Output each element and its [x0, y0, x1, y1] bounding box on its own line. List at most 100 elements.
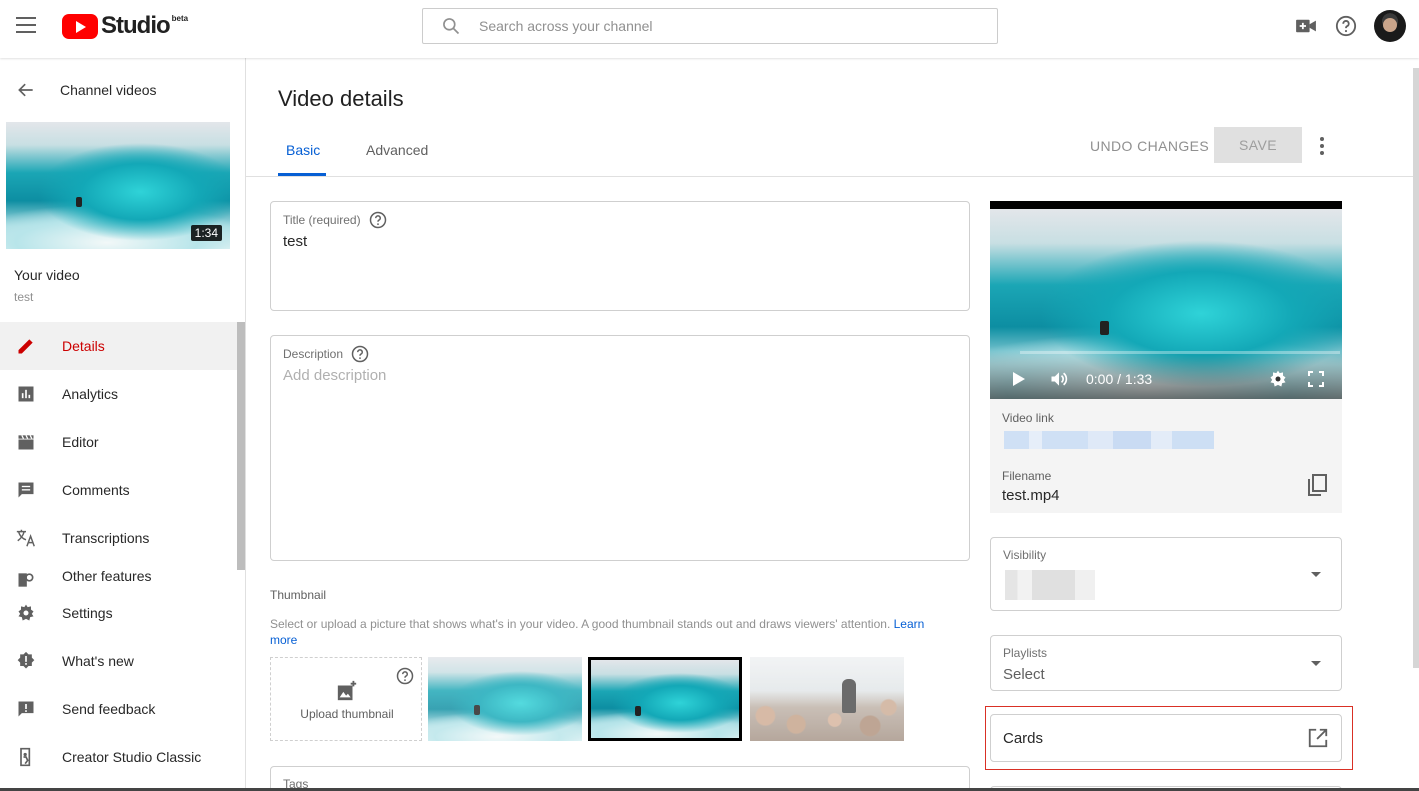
search-box[interactable]: [422, 8, 998, 44]
playlists-select[interactable]: Playlists Select: [990, 635, 1342, 691]
sidebar-item-send-feedback[interactable]: Send feedback: [0, 685, 246, 733]
gear-icon: [14, 601, 38, 625]
copy-icon[interactable]: [1306, 474, 1328, 498]
exit-icon: [14, 745, 38, 769]
tab-advanced[interactable]: Advanced: [366, 142, 428, 158]
create-video-icon[interactable]: [1295, 17, 1317, 35]
upload-thumbnail-button[interactable]: Upload thumbnail: [270, 657, 422, 741]
top-bar: Studio beta: [0, 0, 1419, 58]
thumbnail-image: [750, 657, 904, 741]
filename-label: Filename: [1002, 469, 1052, 483]
visibility-select[interactable]: Visibility: [990, 537, 1342, 611]
visibility-value-redacted: [1005, 570, 1095, 600]
sidebar-item-label: Send feedback: [62, 701, 156, 717]
description-label-text: Description: [283, 347, 344, 361]
volume-icon[interactable]: [1048, 369, 1070, 389]
fullscreen-icon[interactable]: [1308, 371, 1324, 387]
search-input[interactable]: [479, 18, 959, 34]
sidebar-footer-nav: Settings What's new Send feedback Creato…: [0, 589, 246, 781]
sidebar-item-other-features[interactable]: Other features: [0, 562, 246, 590]
thumbnail-option-2-selected[interactable]: [588, 657, 742, 741]
thumbnail-description-text: Select or upload a picture that shows wh…: [270, 617, 891, 631]
help-icon[interactable]: [396, 667, 414, 685]
sidebar-item-editor[interactable]: Editor: [0, 418, 246, 466]
search-doc-icon: [14, 568, 38, 590]
cards-label: Cards: [1003, 730, 1044, 747]
undo-changes-button[interactable]: UNDO CHANGES: [1090, 138, 1209, 154]
menu-icon[interactable]: [16, 17, 36, 33]
cards-button[interactable]: Cards: [990, 714, 1342, 762]
video-duration-badge: 1:34: [190, 225, 222, 241]
video-info-box: Video link Filename test.mp4: [990, 399, 1342, 513]
sidebar: Channel videos 1:34 Your video test Deta…: [0, 58, 246, 791]
filename-value: test.mp4: [1002, 487, 1060, 504]
tabs-divider: [246, 176, 1416, 177]
pencil-icon: [14, 334, 38, 358]
bar-chart-icon: [14, 382, 38, 406]
playlists-label: Playlists: [1003, 646, 1048, 660]
sidebar-item-details[interactable]: Details: [0, 322, 237, 370]
logo-beta-badge: beta: [171, 14, 189, 23]
comment-icon: [14, 478, 38, 502]
back-label: Channel videos: [60, 82, 157, 98]
title-input[interactable]: test: [283, 233, 307, 250]
more-options-icon[interactable]: [1318, 136, 1326, 156]
page-scrollbar[interactable]: [1413, 68, 1419, 668]
back-to-channel-videos[interactable]: Channel videos: [0, 72, 246, 108]
help-icon[interactable]: [369, 211, 387, 229]
playlists-value: Select: [1003, 666, 1045, 683]
sidebar-item-analytics[interactable]: Analytics: [0, 370, 246, 418]
settings-gear-icon[interactable]: [1268, 369, 1288, 389]
youtube-play-icon: [62, 13, 98, 39]
sidebar-item-label: Editor: [62, 434, 99, 450]
surfer-figure: [1100, 321, 1109, 335]
video-link-label: Video link: [1002, 411, 1054, 425]
youtube-studio-logo[interactable]: Studio beta: [62, 12, 188, 40]
sidebar-item-label: Transcriptions: [62, 530, 150, 546]
title-field[interactable]: Title (required) test: [270, 201, 970, 311]
new-badge-icon: [14, 649, 38, 673]
arrow-back-icon: [18, 83, 33, 97]
sidebar-item-label: Analytics: [62, 386, 119, 402]
sidebar-item-transcriptions[interactable]: Transcriptions: [0, 514, 246, 562]
video-link-redacted[interactable]: [1004, 431, 1214, 449]
avatar[interactable]: [1374, 10, 1406, 42]
sidebar-item-creator-studio-classic[interactable]: Creator Studio Classic: [0, 733, 246, 781]
video-thumbnail[interactable]: 1:34: [6, 122, 230, 249]
title-label-text: Title (required): [283, 213, 361, 227]
help-icon[interactable]: [1335, 15, 1357, 37]
search-icon: [443, 18, 460, 35]
chevron-down-icon: [1311, 572, 1321, 577]
sidebar-item-whats-new[interactable]: What's new: [0, 637, 246, 685]
title-label: Title (required): [283, 211, 387, 229]
chevron-down-icon: [1311, 661, 1321, 666]
description-input[interactable]: Add description: [283, 367, 386, 384]
your-video-heading: Your video: [14, 267, 80, 283]
thumbnail-description: Select or upload a picture that shows wh…: [270, 616, 950, 648]
sidebar-item-settings[interactable]: Settings: [0, 589, 246, 637]
surfer-figure: [76, 197, 82, 207]
visibility-label: Visibility: [1003, 548, 1047, 562]
thumbnail-heading: Thumbnail: [270, 588, 327, 602]
sidebar-item-label: Creator Studio Classic: [62, 749, 202, 765]
translate-icon: [14, 526, 38, 550]
surfer-figure: [635, 706, 641, 716]
page-title: Video details: [278, 86, 404, 111]
thumbnail-option-1[interactable]: [428, 657, 582, 741]
player-controls: [990, 351, 1342, 399]
sidebar-scrollbar[interactable]: [237, 322, 245, 570]
description-field[interactable]: Description Add description: [270, 335, 970, 561]
player-progress-bar[interactable]: [1020, 351, 1340, 354]
play-icon[interactable]: [1012, 371, 1026, 387]
video-name: test: [14, 290, 34, 304]
help-icon[interactable]: [351, 345, 369, 363]
sidebar-item-comments[interactable]: Comments: [0, 466, 246, 514]
sidebar-item-label: Settings: [62, 605, 113, 621]
sidebar-nav: Details Analytics Editor Comments Transc…: [0, 322, 246, 590]
thumbnail-overlay: [428, 657, 582, 741]
tab-basic[interactable]: Basic: [286, 142, 320, 158]
save-button[interactable]: SAVE: [1214, 127, 1302, 163]
thumbnail-option-3[interactable]: [750, 657, 904, 741]
video-player[interactable]: 0:00 / 1:33: [990, 201, 1342, 399]
player-time: 0:00 / 1:33: [1086, 371, 1153, 387]
